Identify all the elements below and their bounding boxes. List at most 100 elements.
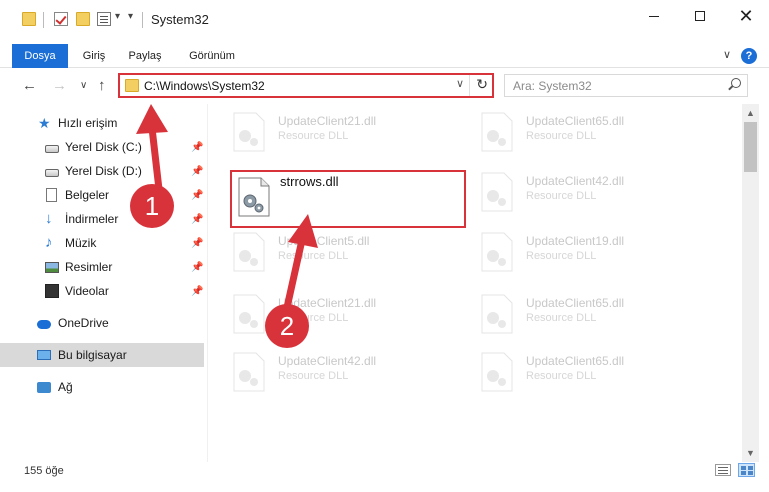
pin-icon[interactable]: 📌	[191, 238, 203, 249]
sidebar-item-label: Belgeler	[65, 188, 110, 202]
tab-share[interactable]: Paylaş	[120, 44, 170, 68]
large-icons-view-icon[interactable]	[738, 463, 755, 477]
dll-file-icon	[233, 352, 265, 392]
back-icon[interactable]: ←	[22, 77, 37, 94]
sidebar-item-label: Yerel Disk (C:)	[65, 140, 142, 154]
new-folder-icon[interactable]	[76, 12, 90, 26]
file-item[interactable]: UpdateClient65.dll Resource DLL	[458, 286, 668, 338]
sidebar-item-network[interactable]: Ağ	[0, 375, 204, 399]
sidebar-item-music[interactable]: ♪ Müzik 📌	[0, 231, 204, 255]
this-pc-icon	[37, 350, 51, 360]
dll-file-icon	[233, 294, 265, 334]
dll-file-icon	[238, 177, 270, 217]
sidebar-item-quick-access[interactable]: ★ Hızlı erişim	[0, 111, 204, 135]
folder-icon	[125, 79, 139, 92]
tab-view[interactable]: Görünüm	[180, 44, 244, 68]
toolbar-separator	[43, 12, 44, 28]
status-bar: 155 öğe	[0, 462, 769, 492]
minimize-icon	[649, 15, 659, 17]
search-icon[interactable]	[727, 78, 741, 92]
search-placeholder: Ara: System32	[513, 79, 592, 93]
minimize-button[interactable]	[631, 0, 677, 32]
document-icon	[46, 188, 57, 202]
file-type: Resource DLL	[526, 190, 597, 202]
address-row: ← → ∨ ↑ C:\Windows\System32 ∨ ↻ Ara: Sys…	[0, 68, 769, 104]
title-bar: ▾ ▾ System32 ✕	[0, 0, 769, 40]
file-name: UpdateClient65.dll	[526, 296, 625, 310]
customize-dropdown-icon[interactable]: ▾	[128, 11, 133, 22]
tab-file[interactable]: Dosya	[12, 44, 68, 68]
refresh-icon[interactable]: ↻	[476, 76, 488, 93]
dll-file-icon	[481, 112, 513, 152]
details-view-icon[interactable]	[715, 464, 731, 476]
file-item[interactable]: UpdateClient42.dll Resource DLL	[458, 164, 668, 216]
pin-icon[interactable]: 📌	[191, 262, 203, 273]
dll-file-icon	[233, 112, 265, 152]
vertical-scrollbar[interactable]: ▲ ▼	[742, 104, 759, 462]
pin-icon[interactable]: 📌	[191, 166, 203, 177]
dll-file-icon	[481, 172, 513, 212]
sidebar-item-videos[interactable]: Videolar 📌	[0, 279, 204, 303]
music-icon: ♪	[45, 234, 53, 251]
pin-icon[interactable]: 📌	[191, 190, 203, 201]
file-name: UpdateClient21.dll	[278, 114, 377, 128]
scrollbar-thumb[interactable]	[744, 122, 757, 172]
tab-home[interactable]: Giriş	[76, 44, 112, 68]
up-icon[interactable]: ↑	[98, 77, 106, 94]
recent-locations-icon[interactable]: ∨	[80, 80, 87, 91]
search-input[interactable]: Ara: System32	[504, 74, 748, 97]
file-item[interactable]: UpdateClient65.dll Resource DLL	[458, 344, 668, 396]
file-type: Resource DLL	[278, 130, 349, 142]
item-count: 155 öğe	[24, 465, 64, 477]
file-name: UpdateClient65.dll	[526, 114, 625, 128]
file-item[interactable]: UpdateClient42.dll Resource DLL	[210, 344, 420, 396]
file-type: Resource DLL	[526, 370, 597, 382]
sidebar-item-onedrive[interactable]: OneDrive	[0, 311, 204, 335]
close-button[interactable]: ✕	[723, 0, 769, 32]
pictures-icon	[45, 261, 59, 273]
pin-icon[interactable]: 📌	[191, 214, 203, 225]
toolbar-separator	[142, 12, 143, 28]
sidebar-item-this-pc[interactable]: Bu bilgisayar	[0, 343, 204, 367]
chevron-down-icon[interactable]: ▾	[115, 11, 120, 22]
address-path[interactable]: C:\Windows\System32	[144, 79, 265, 93]
sidebar-item-label: İndirmeler	[65, 212, 119, 226]
file-list: UpdateClient21.dll Resource DLL UpdateCl…	[210, 104, 740, 462]
file-item[interactable]: UpdateClient65.dll Resource DLL	[458, 104, 668, 156]
help-icon[interactable]: ?	[741, 48, 757, 64]
file-name: UpdateClient5.dll	[278, 234, 370, 248]
dll-file-icon	[233, 232, 265, 272]
scroll-up-icon[interactable]: ▲	[746, 108, 755, 118]
check-properties-icon[interactable]	[54, 12, 68, 26]
pin-icon[interactable]: 📌	[191, 286, 203, 297]
file-item[interactable]: UpdateClient19.dll Resource DLL	[458, 224, 668, 276]
maximize-button[interactable]	[677, 0, 723, 32]
onedrive-icon	[37, 320, 51, 329]
expand-ribbon-icon[interactable]: ∨	[723, 48, 731, 61]
sidebar-item-pictures[interactable]: Resimler 📌	[0, 255, 204, 279]
pin-icon[interactable]: 📌	[191, 142, 203, 153]
sidebar-item-disk-c[interactable]: Yerel Disk (C:) 📌	[0, 135, 204, 159]
file-item[interactable]: UpdateClient5.dll Resource DLL	[210, 224, 420, 276]
close-icon: ✕	[738, 6, 754, 26]
file-type: Resource DLL	[526, 130, 597, 142]
sidebar-item-disk-d[interactable]: Yerel Disk (D:) 📌	[0, 159, 204, 183]
file-type: Resource DLL	[278, 250, 349, 262]
chevron-down-icon[interactable]: ∨	[456, 77, 464, 90]
address-bar[interactable]: C:\Windows\System32 ∨ ↻	[118, 73, 494, 98]
sidebar-item-label: Müzik	[65, 236, 97, 250]
maximize-icon	[695, 11, 705, 21]
scroll-down-icon[interactable]: ▼	[746, 448, 755, 458]
sidebar-item-label: Resimler	[65, 260, 113, 274]
file-item[interactable]: UpdateClient21.dll Resource DLL	[210, 104, 420, 156]
highlighted-file[interactable]: strrows.dll	[230, 170, 466, 228]
step-badge-2: 2	[265, 304, 309, 348]
file-item[interactable]: UpdateClient21.dll Resource DLL	[210, 286, 420, 338]
forward-icon[interactable]: →	[52, 77, 67, 94]
folder-icon[interactable]	[22, 12, 36, 26]
dll-file-icon	[481, 232, 513, 272]
star-icon: ★	[38, 115, 51, 131]
sidebar-item-label: Yerel Disk (D:)	[65, 164, 142, 178]
properties-icon[interactable]	[97, 12, 111, 26]
window-title: System32	[151, 12, 209, 27]
